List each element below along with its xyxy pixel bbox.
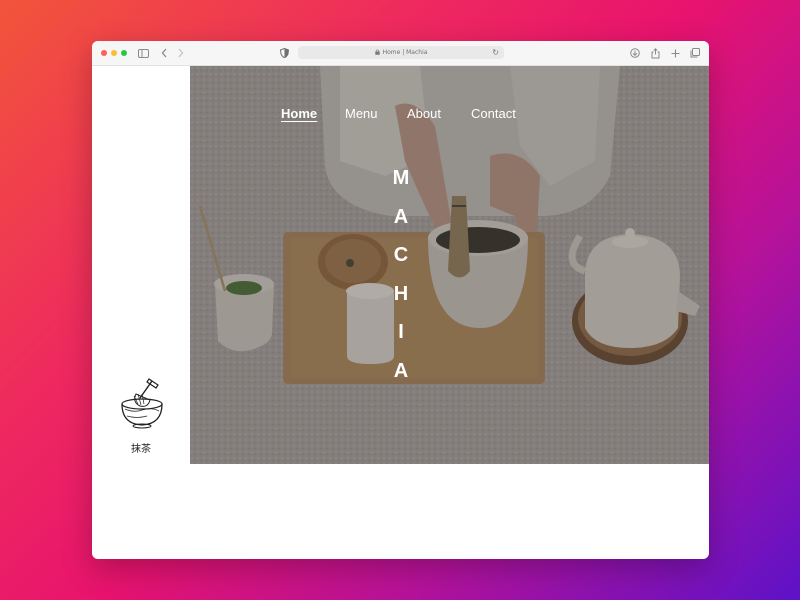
logo-label: 抹茶 xyxy=(131,444,151,455)
address-text: Home | Machia xyxy=(382,49,428,56)
shield-icon[interactable] xyxy=(280,46,289,60)
brand-letter: I xyxy=(398,321,404,344)
brand-letter: M xyxy=(392,167,410,189)
lock-icon xyxy=(374,48,380,57)
nav-contact-link[interactable]: Contact xyxy=(471,106,516,121)
hero-section: Home Menu About Contact M A C H I A xyxy=(190,66,709,464)
close-window-button[interactable] xyxy=(101,50,107,56)
reload-icon[interactable]: ↻ xyxy=(492,46,499,59)
brand-letter: A xyxy=(393,359,409,382)
share-icon[interactable] xyxy=(651,46,660,60)
nav-about-link[interactable]: About xyxy=(407,106,441,121)
nav-menu-link[interactable]: Menu xyxy=(345,106,378,121)
minimize-window-button[interactable] xyxy=(111,50,117,56)
sidebar-icon[interactable] xyxy=(138,46,149,60)
brand-letter: C xyxy=(393,244,409,267)
brand-vertical-title: M A C H I A xyxy=(389,166,413,398)
address-bar[interactable]: Home | Machia ↻ xyxy=(298,46,504,59)
browser-window: Home | Machia ↻ Home Menu About Contact … xyxy=(92,41,709,559)
zoom-window-button[interactable] xyxy=(121,50,127,56)
matcha-bowl-whisk-icon[interactable] xyxy=(112,376,172,436)
plus-icon[interactable] xyxy=(671,46,680,60)
tabs-overview-icon[interactable] xyxy=(690,46,700,60)
nav-home-link[interactable]: Home xyxy=(281,106,317,121)
chevron-left-icon[interactable] xyxy=(161,46,168,60)
chevron-right-icon[interactable] xyxy=(177,46,184,60)
download-icon[interactable] xyxy=(630,46,640,60)
brand-letter: H xyxy=(393,282,409,305)
browser-toolbar: Home | Machia ↻ xyxy=(92,41,709,66)
hero-background-photo xyxy=(190,66,709,464)
brand-letter: A xyxy=(393,205,409,228)
